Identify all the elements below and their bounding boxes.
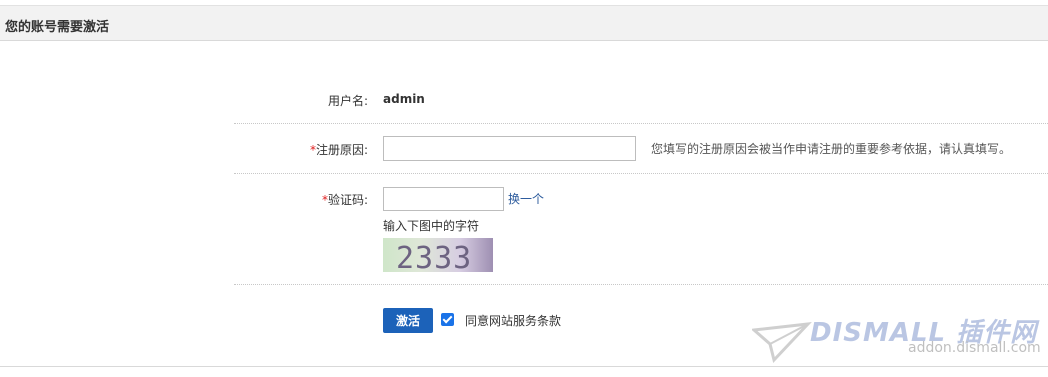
reason-label-text: 注册原因: [315,143,368,157]
captcha-tip: 输入下图中的字符 [383,219,480,233]
captcha-refresh-link[interactable]: 换一个 [508,190,544,207]
username-value: admin [383,92,425,106]
captcha-image[interactable]: 2333 [383,238,493,272]
agree-label[interactable]: 同意网站服务条款 [465,312,561,329]
row-divider [234,173,1048,174]
reason-hint: 您填写的注册原因会被当作申请注册的重要参考依据，请认真填写。 [651,142,1012,156]
page-title: 您的账号需要激活 [5,20,110,35]
reason-input[interactable] [383,136,636,161]
paper-plane-icon [752,322,812,364]
reason-label: *注册原因: [310,141,368,158]
watermark-logo: DISMALL 插件网 addon.dismall.com [752,310,1042,366]
username-label: 用户名: [327,94,368,108]
captcha-label-text: 验证码: [327,193,368,207]
captcha-label: *验证码: [322,191,368,208]
agree-checkbox[interactable] [441,313,454,326]
captcha-text: 2333 [396,241,473,272]
captcha-input[interactable] [383,187,504,211]
row-divider [234,284,1048,285]
section-header: 您的账号需要激活 [0,5,1048,41]
activate-button[interactable]: 激活 [383,308,433,333]
row-divider [234,123,1048,124]
watermark-url: addon.dismall.com [908,340,1041,356]
bottom-divider [0,366,1048,367]
